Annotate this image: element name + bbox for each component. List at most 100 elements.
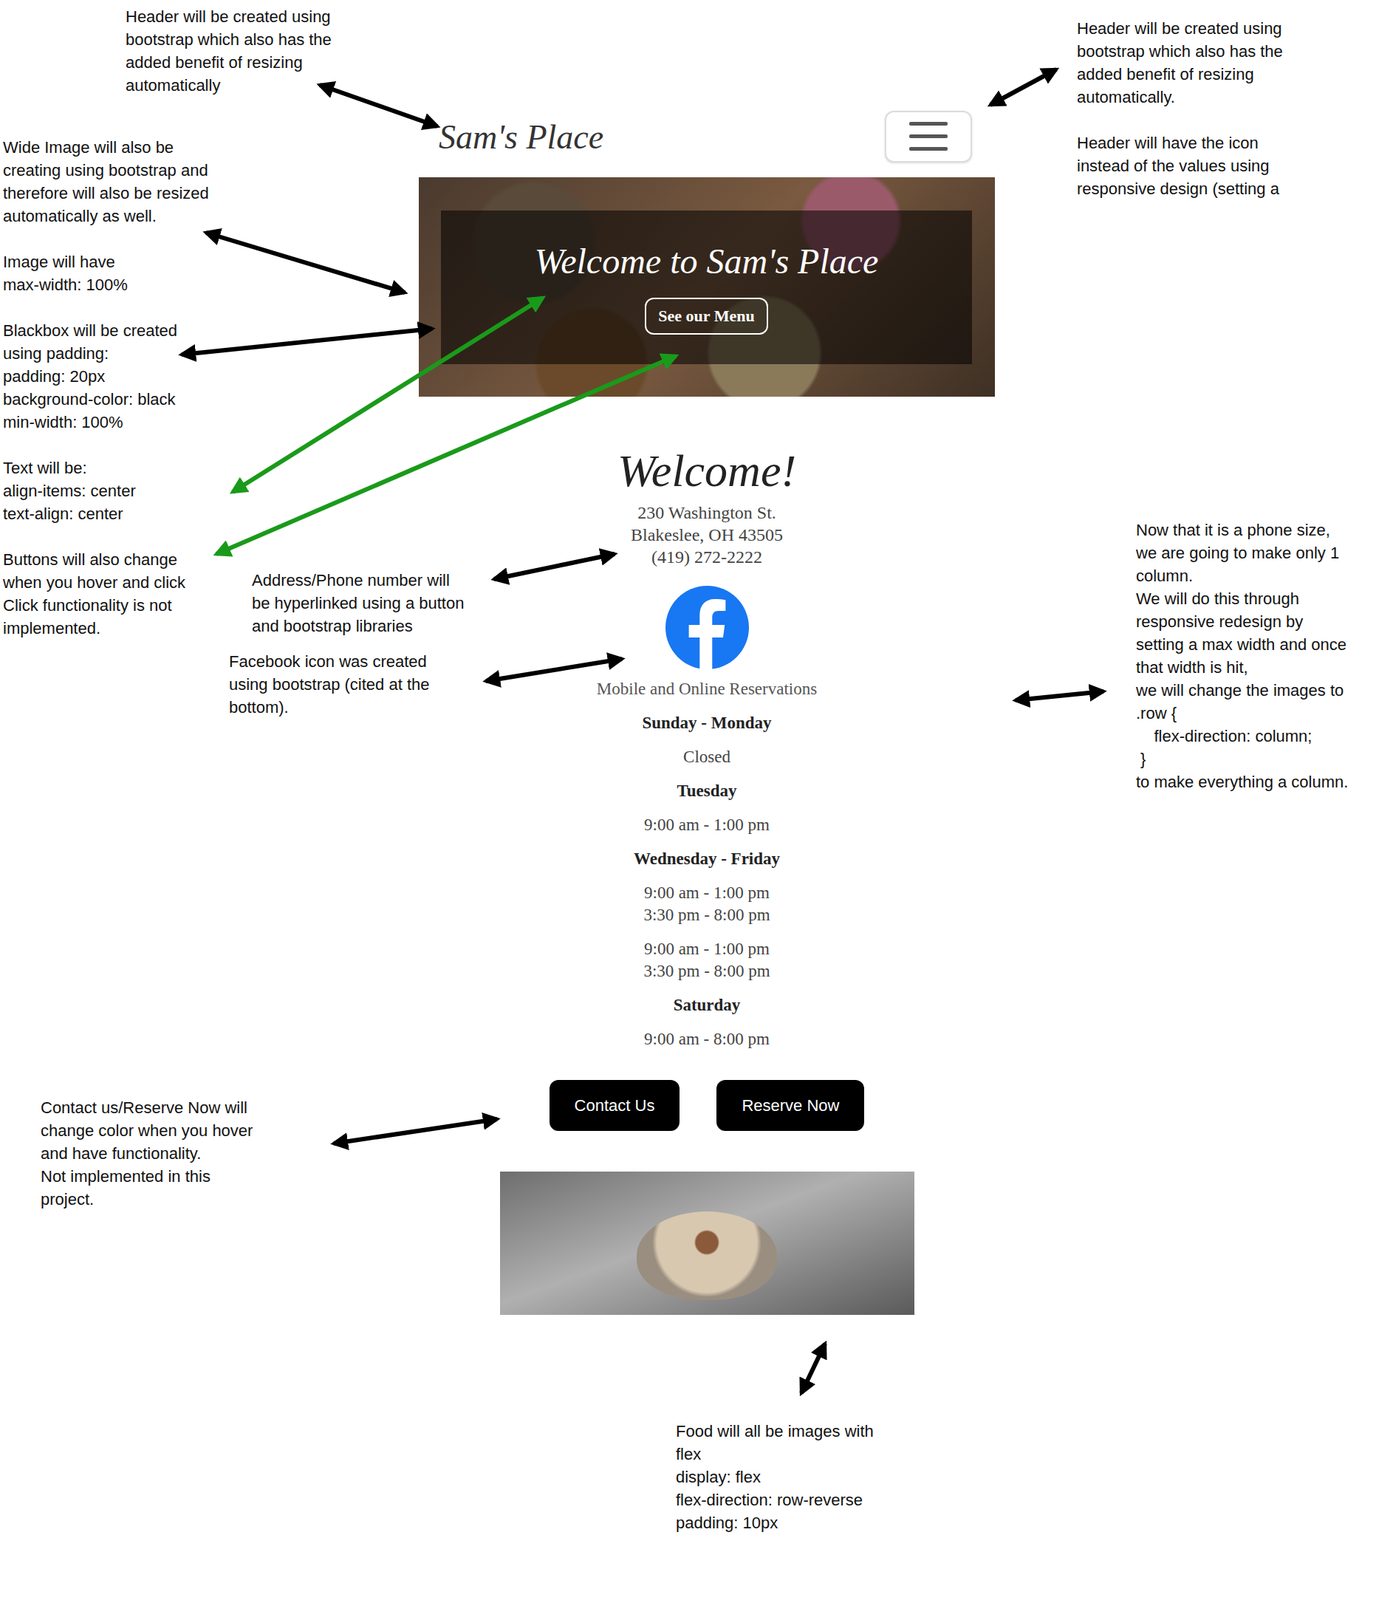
annotation-line: .row { <box>1135 701 1348 725</box>
food-image <box>500 1171 915 1315</box>
annotation-line: max-width: 100% <box>2 273 210 297</box>
time-line: 9:00 am - 1:00 pm <box>643 938 770 961</box>
design-canvas: Sam's Place Welcome to Sam's Place See our… <box>0 0 1393 1600</box>
annotation-line: automatically as well. <box>2 204 210 228</box>
double-arrow-icon <box>494 553 615 580</box>
hours-list: Mobile and Online Reservations Sunday - M… <box>596 678 817 1051</box>
annotation-line: implemented. <box>2 616 210 640</box>
annotation-line: Header will have the icon <box>1076 131 1283 155</box>
logo[interactable]: Sam's Place <box>438 117 604 157</box>
annotation: Address/Phone number willbe hyperlinked … <box>251 568 464 638</box>
annotation-line: using padding: <box>2 341 210 365</box>
address-line[interactable]: 230 Washington St. <box>630 501 783 524</box>
address[interactable]: 230 Washington St.Blakeslee, OH 43505(41… <box>630 501 783 568</box>
annotation-line: Blackbox will be created <box>2 319 210 342</box>
annotation-line: padding: 20px <box>2 364 210 388</box>
day-label: Sunday - Monday <box>641 712 772 735</box>
annotation-line: Now that it is a phone size, <box>1135 518 1348 542</box>
annotation-line: column. <box>1135 564 1348 588</box>
double-arrow-icon <box>181 328 433 355</box>
annotation: Facebook icon was createdusing bootstrap… <box>228 649 430 719</box>
address-line[interactable]: (419) 272-2222 <box>630 545 783 568</box>
annotation-line: bottom). <box>228 695 430 719</box>
annotation-line: project. <box>40 1187 253 1211</box>
annotation-line: Facebook icon was created <box>228 649 430 673</box>
annotation-paragraph: Blackbox will be createdusing padding:pa… <box>2 319 210 434</box>
time-line: 9:00 am - 1:00 pm <box>644 813 770 837</box>
time-block: 9:00 am - 1:00 pm <box>644 813 770 837</box>
annotation-line: background-color: black <box>2 387 210 411</box>
time-line: 9:00 am - 8:00 pm <box>644 1028 770 1051</box>
annotation: Header will be created usingbootstrap wh… <box>1076 16 1283 201</box>
day-label: Wednesday - Friday <box>633 847 780 871</box>
double-arrow-icon <box>485 658 622 681</box>
annotation-line: and have functionality. <box>40 1141 253 1165</box>
annotation-line: } <box>1135 747 1348 771</box>
annotation-line: to make everything a column. <box>1135 770 1348 794</box>
annotation-line: setting a max width and once <box>1135 632 1348 656</box>
annotation-paragraph: Facebook icon was createdusing bootstrap… <box>228 649 430 719</box>
annotation-paragraph: Header will be created usingbootstrap wh… <box>1076 16 1283 109</box>
bowl-shape <box>636 1211 778 1300</box>
hamburger-icon <box>907 120 950 153</box>
annotation-line: Contact us/Reserve Now will <box>40 1096 253 1119</box>
double-arrow-icon <box>801 1343 826 1393</box>
hero-image: Welcome to Sam's Place See our Menu <box>418 177 995 397</box>
address-line[interactable]: Blakeslee, OH 43505 <box>630 523 783 546</box>
time-line: 3:30 pm - 8:00 pm <box>643 960 770 983</box>
annotation-line: Header will be created using <box>125 5 332 29</box>
annotation-line: flex-direction: row-reverse <box>675 1488 874 1512</box>
annotation-line: bootstrap which also has the <box>125 28 332 51</box>
reservations-label: Mobile and Online Reservations <box>596 678 817 701</box>
time-block: 9:00 am - 8:00 pm <box>644 1028 770 1051</box>
annotation-line: We will do this through <box>1135 587 1348 611</box>
time-block: 9:00 am - 1:00 pm3:30 pm - 8:00 pm <box>643 881 770 927</box>
annotation-line: added benefit of resizing <box>125 50 332 74</box>
annotation-line: that width is hit, <box>1135 655 1348 679</box>
annotation-paragraph: Address/Phone number willbe hyperlinked … <box>251 568 464 638</box>
annotation: Contact us/Reserve Now willchange color … <box>40 1096 253 1211</box>
double-arrow-icon <box>319 84 438 127</box>
annotation-line: bootstrap which also has the <box>1076 39 1283 63</box>
action-button[interactable]: Reserve Now <box>716 1079 865 1131</box>
hero-overlay: Welcome to Sam's Place See our Menu <box>440 210 972 365</box>
annotation-paragraph: Contact us/Reserve Now willchange color … <box>40 1096 253 1211</box>
double-arrow-icon <box>216 356 676 554</box>
annotation: Food will all be images withflexdisplay:… <box>675 1419 874 1535</box>
annotation-line: responsive redesign by <box>1135 610 1348 633</box>
menu-button[interactable] <box>884 110 972 163</box>
annotation-paragraph: Wide Image will also becreating using bo… <box>2 135 210 228</box>
annotation-line: therefore will also be resized <box>2 181 210 205</box>
annotation-line: padding: 10px <box>675 1511 874 1535</box>
annotation-line: Address/Phone number will <box>251 568 464 592</box>
hero-title: Welcome to Sam's Place <box>534 240 879 282</box>
annotation-paragraph: Food will all be images withflexdisplay:… <box>675 1419 874 1535</box>
annotation-line: text-align: center <box>2 502 210 526</box>
annotation-paragraph: Text will be:align-items: centertext-ali… <box>2 456 210 526</box>
annotation-line: Wide Image will also be <box>2 135 210 159</box>
annotation-line: align-items: center <box>2 479 210 503</box>
annotation: Wide Image will also becreating using bo… <box>2 135 210 640</box>
annotation: Header will be created usingbootstrap wh… <box>125 5 332 97</box>
annotation: Now that it is a phone size,we are going… <box>1135 518 1348 794</box>
time-block: Closed <box>683 745 731 769</box>
facebook-icon[interactable] <box>665 585 749 670</box>
annotation-line: responsive design (setting a <box>1076 177 1283 201</box>
time-block: 9:00 am - 1:00 pm3:30 pm - 8:00 pm <box>643 938 770 983</box>
annotation-line: Image will have <box>2 250 210 274</box>
annotation-line: change color when you hover <box>40 1118 253 1142</box>
arrows-layer <box>0 0 1393 1600</box>
annotation-line: we are going to make only 1 <box>1135 541 1348 565</box>
annotation-line: we will change the images to <box>1135 678 1348 702</box>
annotation-line: Not implemented in this <box>40 1164 253 1188</box>
annotation-line: automatically <box>125 73 332 97</box>
double-arrow-icon <box>206 232 405 293</box>
annotation-line: flex-direction: column; <box>1135 724 1348 748</box>
double-arrow-icon <box>1015 691 1104 701</box>
time-line: 9:00 am - 1:00 pm <box>643 881 770 905</box>
time-line: 3:30 pm - 8:00 pm <box>643 904 770 927</box>
double-arrow-icon <box>333 1118 498 1144</box>
annotation-paragraph: Now that it is a phone size,we are going… <box>1135 518 1348 794</box>
menu-link-button[interactable]: See our Menu <box>644 297 768 335</box>
action-button[interactable]: Contact Us <box>549 1079 681 1131</box>
